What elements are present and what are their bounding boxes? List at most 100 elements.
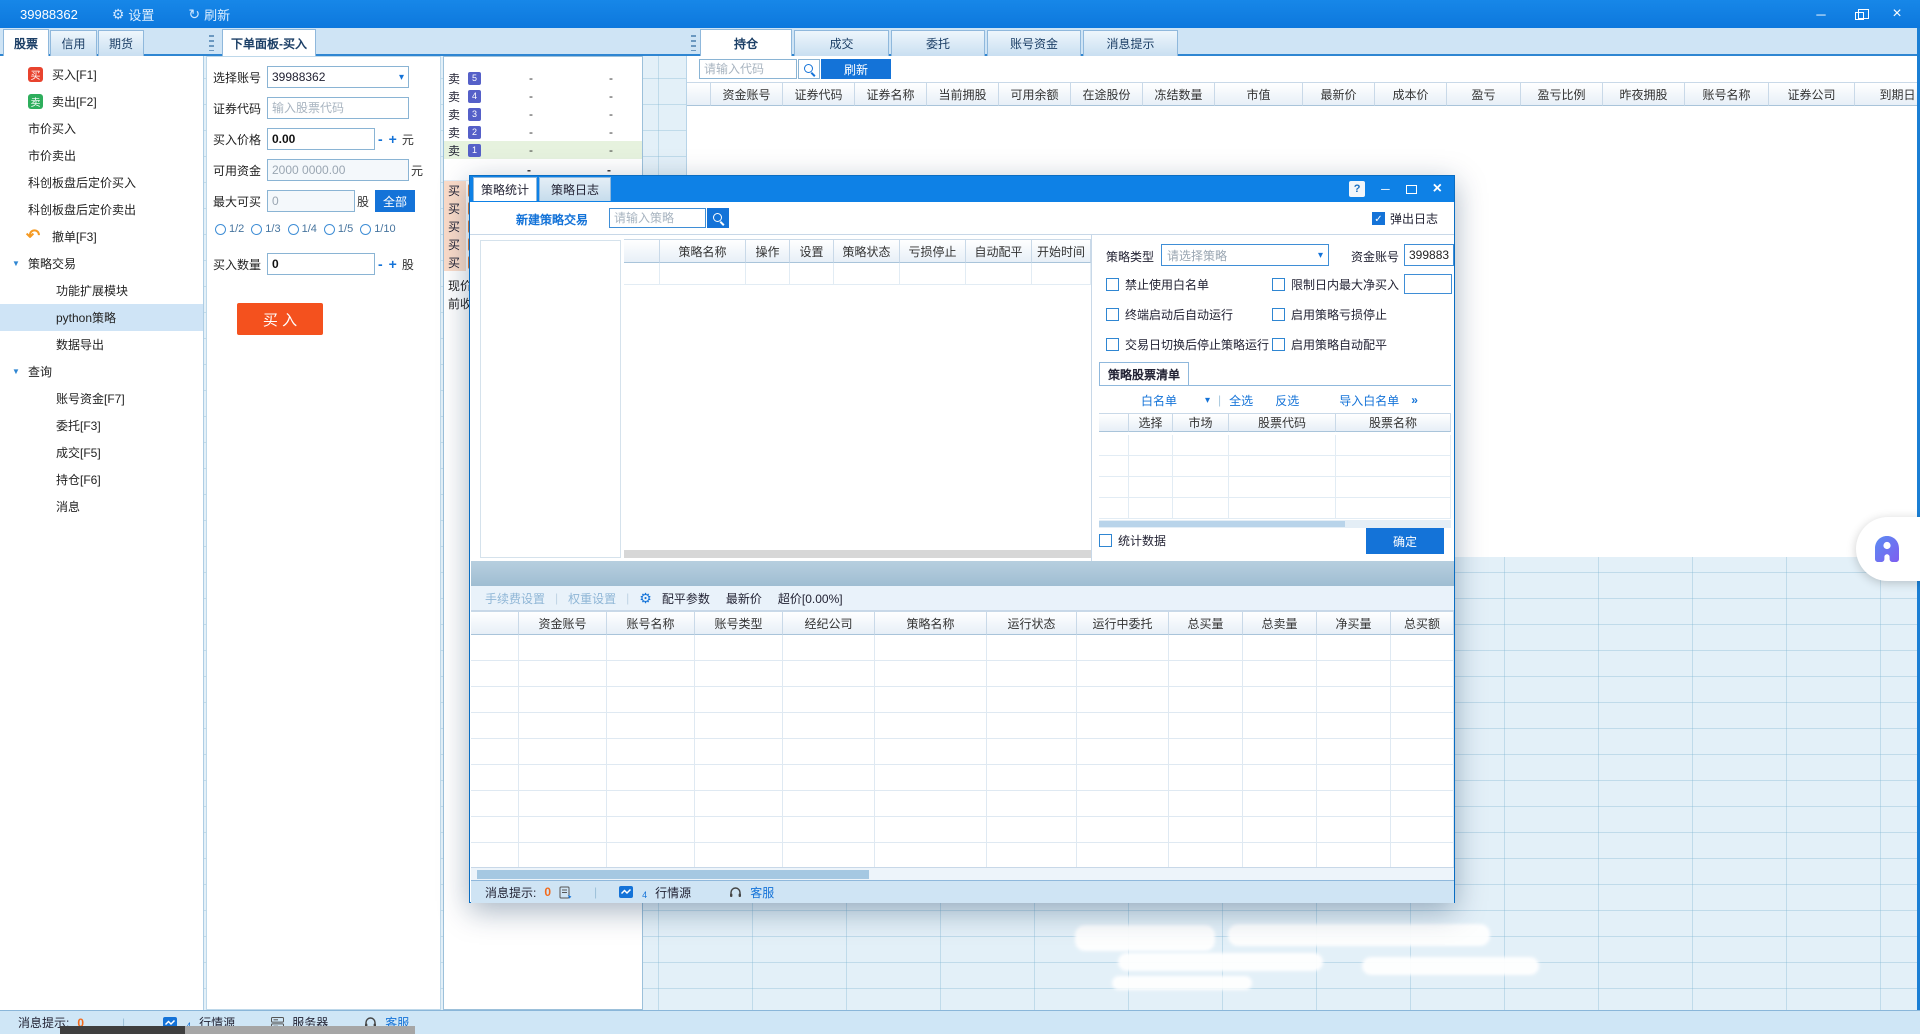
- sidebar-tab-stocks[interactable]: 股票: [3, 29, 49, 56]
- sidebar-item-market-buy[interactable]: 市价买入: [0, 115, 203, 142]
- close-icon[interactable]: ×: [1890, 7, 1904, 21]
- whitelist-select[interactable]: 白名单: [1141, 392, 1177, 409]
- sidebar-tab-credit[interactable]: 信用: [50, 30, 97, 56]
- price-plus-button[interactable]: +: [389, 131, 397, 147]
- help-icon[interactable]: ?: [1349, 181, 1365, 197]
- quote-row-sell1[interactable]: 卖1 --: [444, 141, 642, 159]
- more-icon[interactable]: »: [1411, 393, 1418, 407]
- radio-half[interactable]: 1/2: [215, 223, 244, 235]
- radio-fifth[interactable]: 1/5: [324, 223, 353, 235]
- sidebar-item-market-sell[interactable]: 市价卖出: [0, 142, 203, 169]
- tab-strategy-log[interactable]: 策略日志: [539, 177, 611, 201]
- checkbox-autorun-on-start[interactable]: 终端启动后自动运行: [1106, 306, 1233, 323]
- search-button[interactable]: [798, 59, 820, 79]
- radio-third[interactable]: 1/3: [251, 223, 280, 235]
- sidebar-tab-futures[interactable]: 期货: [98, 30, 144, 56]
- checkbox-enable-loss-stop[interactable]: 启用策略亏损停止: [1272, 306, 1387, 323]
- buy-quantity-field[interactable]: 0: [267, 253, 375, 275]
- splitter-grip[interactable]: [209, 35, 214, 51]
- close-icon[interactable]: ×: [1433, 180, 1442, 198]
- sidebar-item-cancel-order[interactable]: ↶ 撤单[F3]: [0, 223, 203, 250]
- checkbox-limit-max-net-buy[interactable]: 限制日内最大净买入: [1272, 276, 1399, 293]
- horizontal-scrollbar[interactable]: [1099, 520, 1451, 528]
- select-all-link[interactable]: 全选: [1229, 392, 1253, 409]
- sidebar-item-star-afterhours-sell[interactable]: 科创板盘后定价卖出: [0, 196, 203, 223]
- code-search-input[interactable]: [699, 59, 797, 79]
- restore-icon[interactable]: [1852, 7, 1866, 21]
- assistant-float-button[interactable]: [1856, 517, 1920, 581]
- chevron-down-icon: ▾: [399, 72, 404, 83]
- checkbox-enable-auto-balance[interactable]: 启用策略自动配平: [1272, 336, 1387, 353]
- strategy-list-panel[interactable]: [480, 240, 621, 558]
- tab-order-panel-buy[interactable]: 下单面板-买入: [222, 29, 316, 56]
- tab-strategy-stock-list[interactable]: 策略股票清单: [1099, 362, 1189, 386]
- popup-log-checkbox[interactable]: ✓ 弹出日志: [1372, 210, 1438, 227]
- strategy-search-input[interactable]: [609, 208, 706, 228]
- checkbox-stop-on-day-switch[interactable]: 交易日切换后停止策略运行: [1106, 336, 1269, 353]
- max-net-buy-input[interactable]: [1404, 274, 1452, 294]
- all-button[interactable]: 全部: [375, 190, 415, 212]
- sidebar-item-account-funds[interactable]: 账号资金[F7]: [0, 385, 203, 412]
- refresh-button[interactable]: ↻ 刷新: [188, 5, 230, 24]
- quote-row-sell3[interactable]: 卖3 --: [444, 105, 642, 123]
- strategy-type-select[interactable]: 请选择策略 ▾: [1161, 244, 1329, 266]
- invert-select-link[interactable]: 反选: [1275, 392, 1299, 409]
- sidebar-item-data-export[interactable]: 数据导出: [0, 331, 203, 358]
- quote-row-sell4[interactable]: 卖4 --: [444, 87, 642, 105]
- tab-orders[interactable]: 委托: [891, 30, 985, 56]
- scrollbar-thumb[interactable]: [477, 870, 869, 879]
- sidebar-item-star-afterhours-buy[interactable]: 科创板盘后定价买入: [0, 169, 203, 196]
- sidebar-group-query[interactable]: ▼ 查询: [0, 358, 203, 385]
- weight-settings-link[interactable]: 权重设置: [568, 590, 616, 607]
- splitter-grip[interactable]: [691, 35, 696, 51]
- tab-account-funds[interactable]: 账号资金: [987, 30, 1081, 56]
- minimize-icon[interactable]: ─: [1381, 182, 1390, 196]
- quantity-minus-button[interactable]: -: [378, 256, 383, 272]
- sidebar-item-python-strategy[interactable]: python策略: [0, 304, 203, 331]
- tab-positions[interactable]: 持仓: [700, 29, 792, 56]
- radio-quarter[interactable]: 1/4: [288, 223, 317, 235]
- sidebar-item-orders[interactable]: 委托[F3]: [0, 412, 203, 439]
- fee-settings-link[interactable]: 手续费设置: [485, 590, 545, 607]
- sidebar-item-sell[interactable]: 卖 卖出[F2]: [0, 88, 203, 115]
- import-whitelist-link[interactable]: 导入白名单: [1339, 392, 1399, 409]
- tab-message-alert[interactable]: 消息提示: [1083, 30, 1178, 56]
- tab-deals[interactable]: 成交: [794, 30, 889, 56]
- new-strategy-link[interactable]: 新建策略交易: [516, 211, 588, 228]
- buy-button[interactable]: 买 入: [237, 303, 323, 335]
- share-unit: 股: [402, 256, 414, 273]
- buy-price-field[interactable]: 0.00: [267, 128, 375, 150]
- price-minus-button[interactable]: -: [378, 131, 383, 147]
- funds-account-input[interactable]: [1404, 244, 1454, 266]
- log-note-icon[interactable]: [559, 886, 572, 899]
- sidebar-item-buy[interactable]: 买 买入[F1]: [0, 61, 203, 88]
- customer-service-link[interactable]: 客服: [750, 884, 774, 901]
- stats-data-checkbox[interactable]: 统计数据: [1099, 532, 1166, 549]
- horizontal-scrollbar[interactable]: [624, 550, 1091, 558]
- account-select[interactable]: 39988362 ▾: [267, 66, 409, 88]
- dialog-titlebar[interactable]: 增强策略 ? ─ ×: [470, 176, 1454, 202]
- scrollbar-thumb[interactable]: [1099, 521, 1345, 527]
- settings-button[interactable]: ⚙ 设置: [112, 5, 155, 24]
- horizontal-scrollbar[interactable]: [471, 867, 1454, 880]
- sidebar-item-extension-module[interactable]: 功能扩展模块: [0, 277, 203, 304]
- table-refresh-button[interactable]: 刷新: [821, 59, 891, 79]
- quote-row-sell2[interactable]: 卖2 --: [444, 123, 642, 141]
- sidebar-item-messages[interactable]: 消息: [0, 493, 203, 520]
- stock-code-input[interactable]: [267, 97, 409, 119]
- quote-source-label[interactable]: 行情源: [655, 884, 691, 901]
- sidebar-item-deals[interactable]: 成交[F5]: [0, 439, 203, 466]
- sidebar-group-strategy-trading[interactable]: ▼ 策略交易: [0, 250, 203, 277]
- tab-strategy-stats[interactable]: 策略统计: [473, 177, 537, 201]
- quote-source-icon[interactable]: [619, 886, 633, 898]
- checkbox-forbid-whitelist[interactable]: 禁止使用白名单: [1106, 276, 1209, 293]
- balance-params-link[interactable]: 配平参数: [662, 590, 710, 607]
- quantity-plus-button[interactable]: +: [389, 256, 397, 272]
- confirm-button[interactable]: 确定: [1366, 528, 1444, 554]
- maximize-icon[interactable]: [1406, 185, 1417, 194]
- strategy-search-button[interactable]: [707, 208, 729, 228]
- quote-row-sell5[interactable]: 卖5 --: [444, 69, 642, 87]
- minimize-icon[interactable]: ─: [1814, 7, 1828, 21]
- sidebar-item-positions[interactable]: 持仓[F6]: [0, 466, 203, 493]
- radio-tenth[interactable]: 1/10: [360, 223, 395, 235]
